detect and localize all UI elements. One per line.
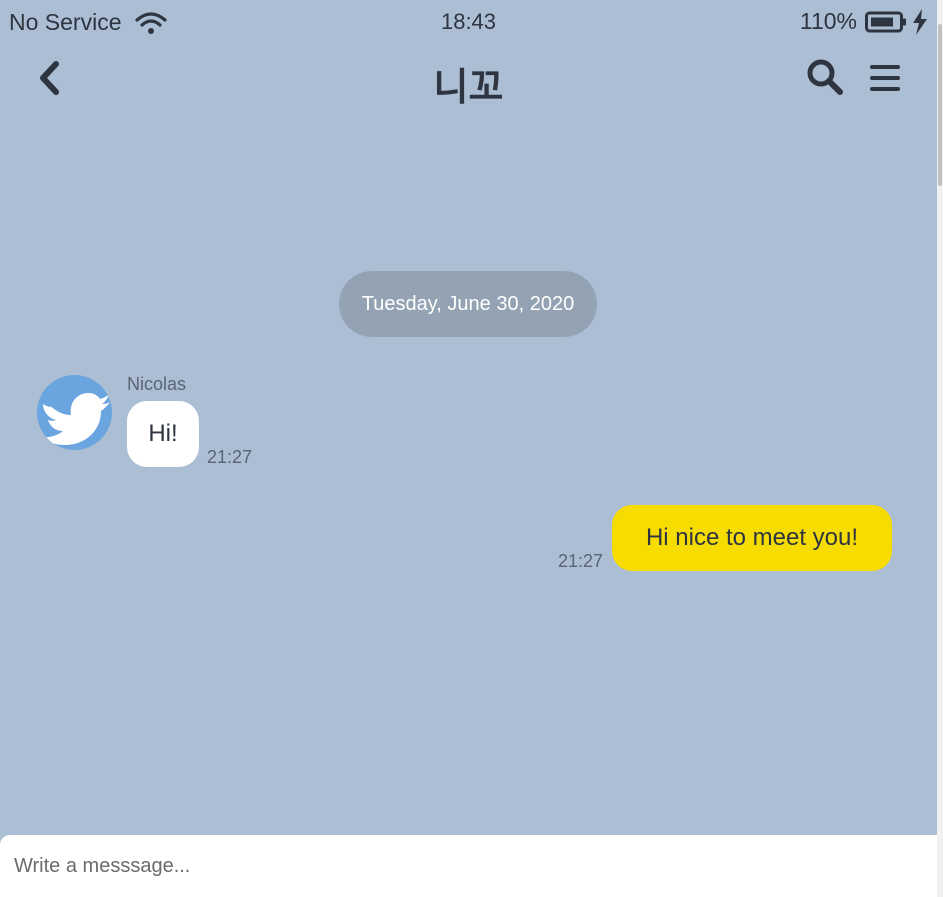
sender-name: Nicolas <box>127 374 187 394</box>
outgoing-message-time: 21:27 <box>558 551 604 571</box>
twitter-bird-icon <box>41 393 110 445</box>
date-divider: Tuesday, June 30, 2020 <box>339 271 597 337</box>
outgoing-message-bubble[interactable]: Hi nice to meet you! <box>612 505 892 571</box>
battery-percent: 110% <box>799 8 857 34</box>
status-bar: No Service 18:43 110% <box>0 0 937 44</box>
status-right: 110% <box>800 8 929 35</box>
search-icon[interactable] <box>806 58 844 96</box>
message-input[interactable] <box>14 849 914 883</box>
status-time: 18:43 <box>440 9 497 34</box>
chat-header: 니꼬 <box>0 48 937 110</box>
scrollbar-thumb[interactable] <box>938 24 942 186</box>
message-composer <box>0 835 937 897</box>
avatar[interactable] <box>37 375 112 450</box>
bolt-icon <box>913 8 927 35</box>
incoming-message-time: 21:27 <box>207 447 253 467</box>
chat-title: 니꼬 <box>433 65 504 109</box>
battery-icon <box>865 11 906 32</box>
incoming-message-bubble[interactable]: Hi! <box>127 401 199 467</box>
menu-icon[interactable] <box>868 61 902 95</box>
